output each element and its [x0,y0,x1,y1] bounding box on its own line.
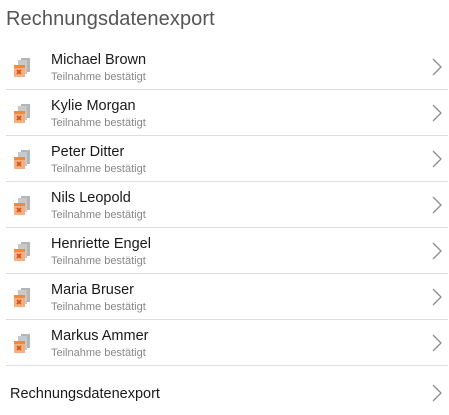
list-item[interactable]: Henriette Engel Teilnahme bestätigt [6,228,448,274]
participant-name: Nils Leopold [51,190,131,206]
list-item[interactable]: Maria Bruser Teilnahme bestätigt [6,274,448,320]
participant-name: Kylie Morgan [51,98,136,114]
chevron-right-icon [432,196,442,214]
participant-name: Michael Brown [51,52,147,68]
list-item[interactable]: Kylie Morgan Teilnahme bestätigt [6,90,448,136]
invoice-document-icon [11,240,35,264]
list-item[interactable]: Michael Brown Teilnahme bestätigt [6,44,448,90]
chevron-right-icon [432,58,442,76]
invoice-export-link[interactable]: Rechnungsdatenexport [6,378,448,410]
invoice-document-icon [11,194,35,218]
list-item[interactable]: Peter Ditter Teilnahme bestätigt [6,136,448,182]
participant-status: Teilnahme bestätigt [51,301,146,313]
invoice-export-page: Rechnungsdatenexport Michael Brown Teiln… [0,0,449,415]
participant-list: Michael Brown Teilnahme bestätigt Kylie … [6,44,448,366]
participant-status: Teilnahme bestätigt [51,117,146,129]
invoice-document-icon [11,56,35,80]
participant-status: Teilnahme bestätigt [51,255,146,267]
participant-status: Teilnahme bestätigt [51,347,146,359]
chevron-right-icon [432,242,442,260]
list-item[interactable]: Nils Leopold Teilnahme bestätigt [6,182,448,228]
invoice-export-label: Rechnungsdatenexport [10,386,160,402]
chevron-right-icon [432,150,442,168]
participant-name: Henriette Engel [51,236,151,252]
list-item[interactable]: Markus Ammer Teilnahme bestätigt [6,320,448,366]
invoice-document-icon [11,102,35,126]
chevron-right-icon [432,104,442,122]
chevron-right-icon [432,384,442,402]
participant-status: Teilnahme bestätigt [51,209,146,221]
participant-status: Teilnahme bestätigt [51,163,146,175]
participant-name: Maria Bruser [51,282,134,298]
invoice-document-icon [11,286,35,310]
page-title: Rechnungsdatenexport [6,8,215,30]
chevron-right-icon [432,334,442,352]
invoice-document-icon [11,148,35,172]
participant-name: Peter Ditter [51,144,125,160]
invoice-document-icon [11,332,35,356]
chevron-right-icon [432,288,442,306]
participant-status: Teilnahme bestätigt [51,71,146,83]
participant-name: Markus Ammer [51,328,149,344]
